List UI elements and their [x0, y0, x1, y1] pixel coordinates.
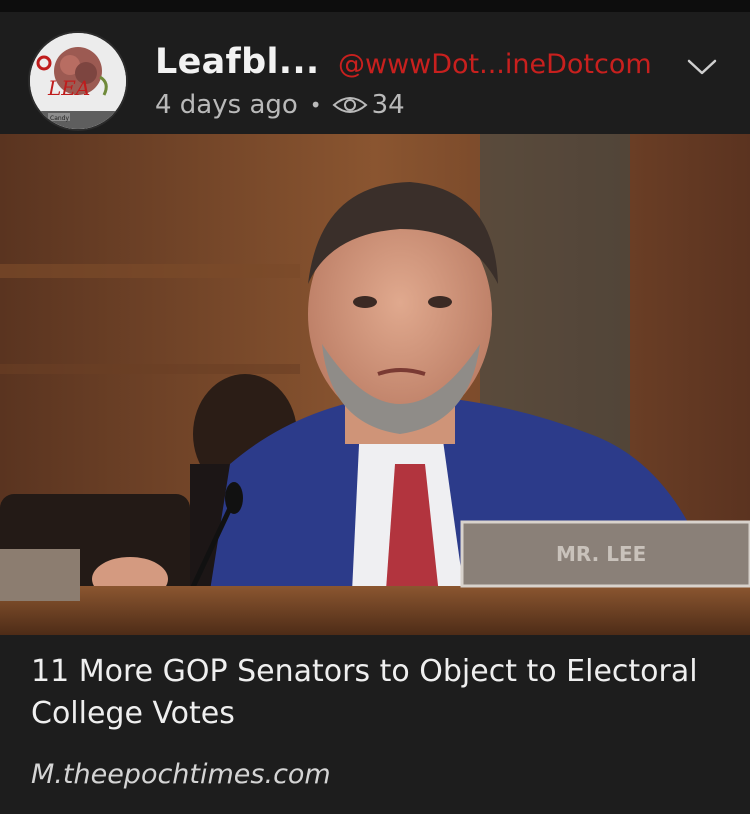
author-handle[interactable]: @wwwDot...ineDotcom	[338, 49, 652, 80]
article-photo: MR. LEE	[0, 134, 750, 635]
view-count: 34	[371, 90, 405, 120]
meta-separator: •	[309, 93, 322, 117]
avatar-image: LEA Candy	[30, 33, 126, 129]
status-strip	[0, 0, 750, 12]
article-image[interactable]: MR. LEE	[0, 134, 750, 635]
post-meta: 4 days ago • 34	[155, 90, 405, 120]
avatar[interactable]: LEA Candy	[30, 33, 126, 129]
article-source[interactable]: M.theepochtimes.com	[31, 759, 331, 790]
chevron-down-icon[interactable]	[687, 58, 717, 76]
eye-icon	[332, 97, 368, 113]
avatar-caption: Candy	[50, 115, 69, 122]
post-header: LEA Candy Leafbl... @wwwDot...ineDotcom …	[0, 12, 750, 134]
post-time: 4 days ago	[155, 90, 298, 120]
article-headline[interactable]: 11 More GOP Senators to Object to Electo…	[31, 651, 721, 735]
avatar-lettering: LEA	[47, 76, 90, 100]
author-name[interactable]: Leafbl...	[155, 42, 320, 82]
nameplate-text: MR. LEE	[556, 542, 646, 566]
article-caption[interactable]: 11 More GOP Senators to Object to Electo…	[0, 635, 750, 814]
